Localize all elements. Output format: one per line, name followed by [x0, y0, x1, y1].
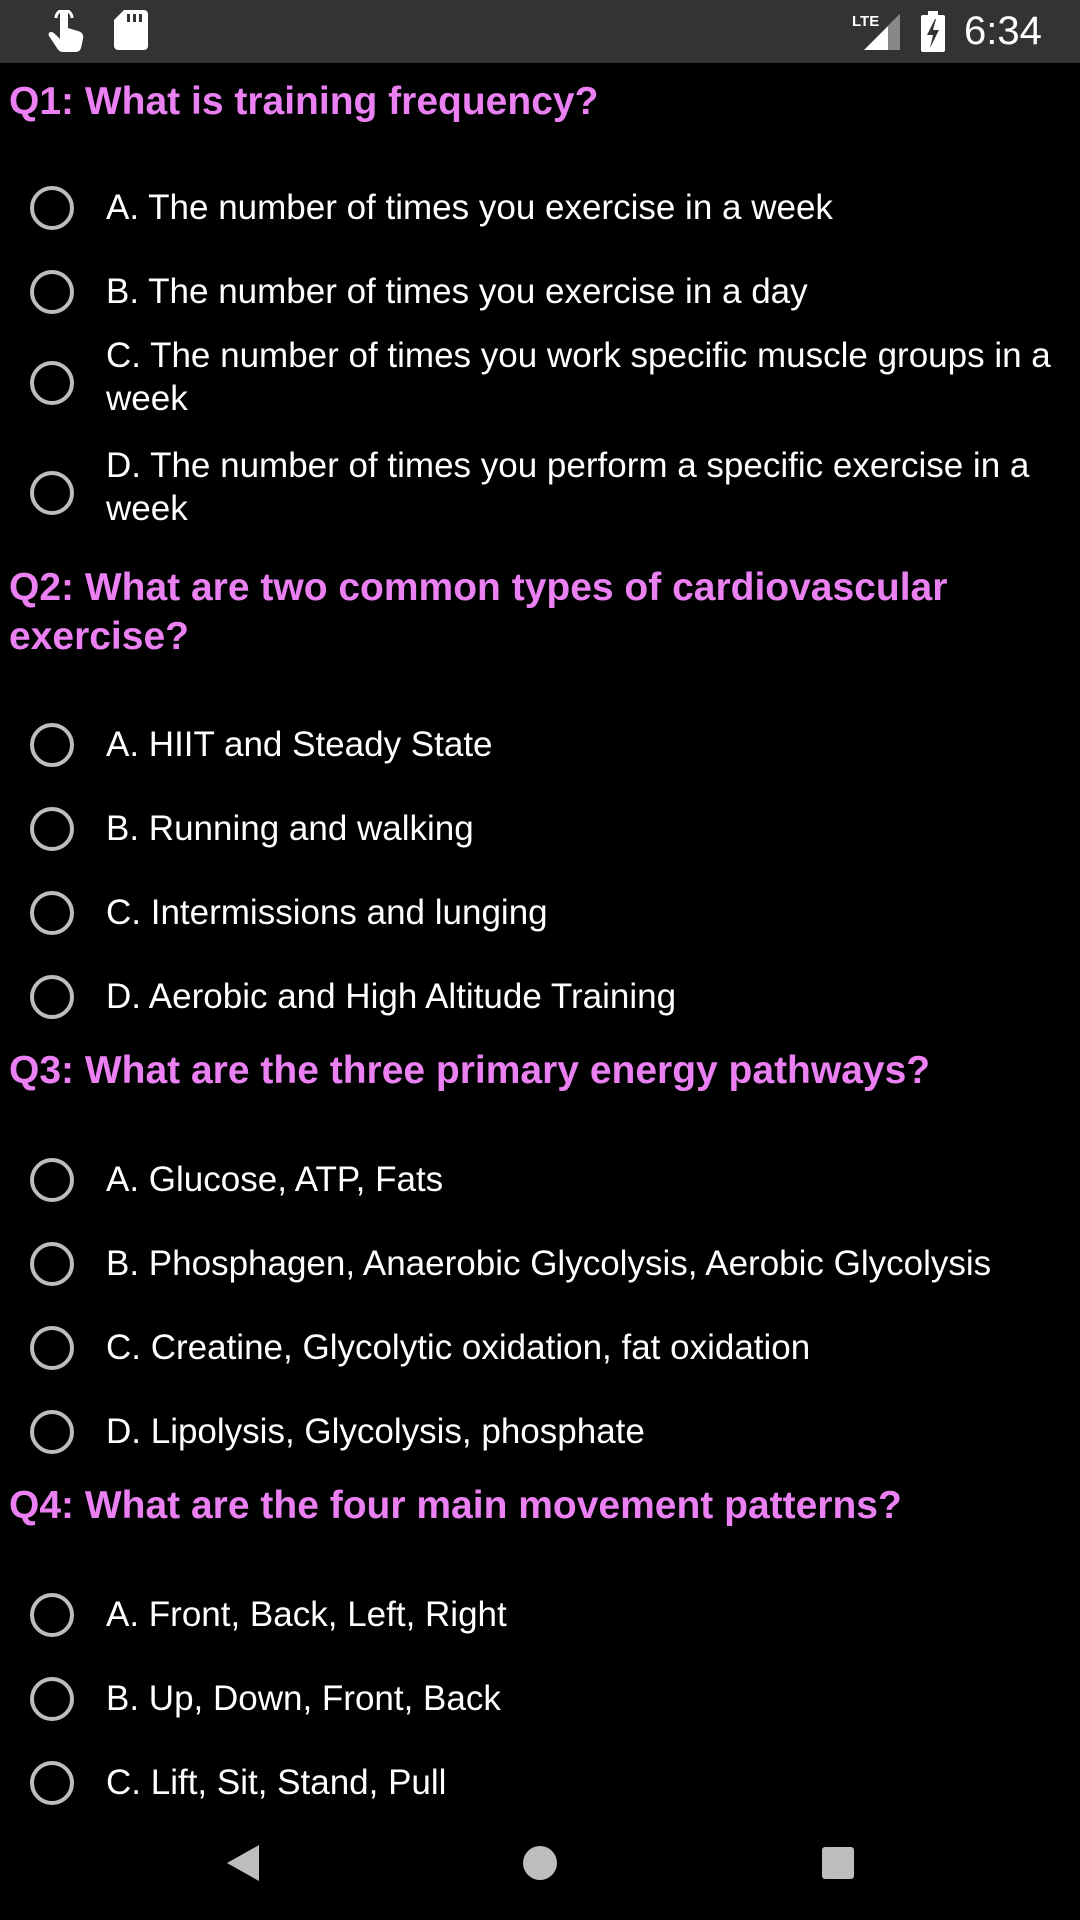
svg-text:LTE: LTE [852, 13, 879, 30]
option-label[interactable]: A. Glucose, ATP, Fats [106, 1158, 1056, 1201]
question-title: Q1: What is training frequency? [9, 80, 599, 123]
option-row[interactable]: B. Phosphagen, Anaerobic Glycolysis, Aer… [0, 1224, 1080, 1304]
option-label[interactable]: C. Intermissions and lunging [106, 891, 1056, 934]
option-label[interactable]: B. Phosphagen, Anaerobic Glycolysis, Aer… [106, 1242, 1056, 1285]
option-label[interactable]: D. Lipolysis, Glycolysis, phosphate [106, 1410, 1056, 1453]
question-title: Q4: What are the four main movement patt… [9, 1484, 902, 1527]
option-row[interactable]: C. Creatine, Glycolytic oxidation, fat o… [0, 1308, 1080, 1388]
option-row[interactable]: B. The number of times you exercise in a… [0, 252, 1080, 332]
quiz-list[interactable]: Q1: What is training frequency? A. The n… [0, 63, 1080, 1806]
navigation-bar [0, 1806, 1080, 1920]
radio-button[interactable] [30, 1158, 74, 1202]
option-label[interactable]: A. Front, Back, Left, Right [106, 1593, 1056, 1636]
option-row[interactable]: D. The number of times you perform a spe… [0, 438, 1080, 548]
option-label[interactable]: B. Running and walking [106, 807, 1056, 850]
radio-button[interactable] [30, 1593, 74, 1637]
option-label[interactable]: C. The number of times you work specific… [106, 334, 1056, 420]
option-row[interactable]: C. Lift, Sit, Stand, Pull [0, 1743, 1080, 1806]
option-label[interactable]: D. The number of times you perform a spe… [106, 444, 1056, 530]
battery-charging-icon [920, 11, 946, 58]
radio-button[interactable] [30, 270, 74, 314]
option-label[interactable]: A. The number of times you exercise in a… [106, 186, 1056, 229]
option-row[interactable]: A. HIIT and Steady State [0, 705, 1080, 785]
radio-button[interactable] [30, 1410, 74, 1454]
option-row[interactable]: A. Glucose, ATP, Fats [0, 1140, 1080, 1220]
option-label[interactable]: C. Creatine, Glycolytic oxidation, fat o… [106, 1326, 1056, 1369]
question-title: Q2: What are two common types of cardiov… [9, 566, 948, 658]
radio-button[interactable] [30, 975, 74, 1019]
option-row[interactable]: D. Aerobic and High Altitude Training [0, 957, 1080, 1037]
radio-button[interactable] [30, 1761, 74, 1805]
option-row[interactable]: D. Lipolysis, Glycolysis, phosphate [0, 1392, 1080, 1472]
home-icon[interactable] [510, 1836, 570, 1890]
option-row[interactable]: B. Running and walking [0, 789, 1080, 869]
radio-button[interactable] [30, 1326, 74, 1370]
option-label[interactable]: C. Lift, Sit, Stand, Pull [106, 1761, 1056, 1804]
option-row[interactable]: C. Intermissions and lunging [0, 873, 1080, 953]
lte-signal-icon: LTE [850, 12, 902, 57]
radio-button[interactable] [30, 361, 74, 405]
option-label[interactable]: B. Up, Down, Front, Back [106, 1677, 1056, 1720]
radio-button[interactable] [30, 807, 74, 851]
status-bar: LTE 6:34 [0, 0, 1080, 63]
touch-hand-icon [46, 8, 86, 57]
status-time: 6:34 [964, 9, 1042, 53]
radio-button[interactable] [30, 891, 74, 935]
option-label[interactable]: B. The number of times you exercise in a… [106, 270, 1056, 313]
option-row[interactable]: A. Front, Back, Left, Right [0, 1575, 1080, 1655]
option-row[interactable]: C. The number of times you work specific… [0, 328, 1080, 438]
option-row[interactable]: B. Up, Down, Front, Back [0, 1659, 1080, 1739]
recents-icon[interactable] [808, 1836, 868, 1890]
radio-button[interactable] [30, 471, 74, 515]
option-label[interactable]: A. HIIT and Steady State [106, 723, 1056, 766]
sd-card-icon [114, 10, 148, 55]
radio-button[interactable] [30, 723, 74, 767]
radio-button[interactable] [30, 1677, 74, 1721]
radio-button[interactable] [30, 1242, 74, 1286]
radio-button[interactable] [30, 186, 74, 230]
question-title: Q3: What are the three primary energy pa… [9, 1049, 931, 1092]
option-label[interactable]: D. Aerobic and High Altitude Training [106, 975, 1056, 1018]
back-icon[interactable] [213, 1836, 273, 1890]
option-row[interactable]: A. The number of times you exercise in a… [0, 168, 1080, 248]
